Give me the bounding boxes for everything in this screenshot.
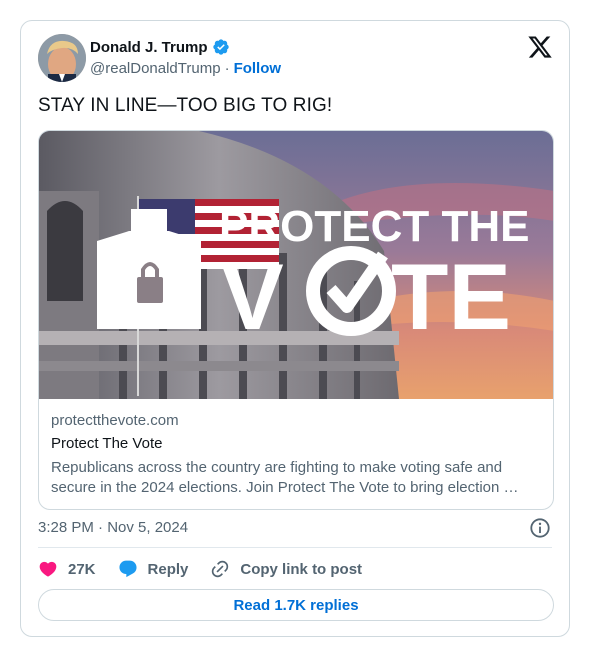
link-preview-image: PROTECT THE V TE xyxy=(39,131,553,399)
reply-button[interactable]: Reply xyxy=(118,559,189,579)
like-count: 27K xyxy=(68,560,96,578)
post-timestamp[interactable]: 3:28 PM · Nov 5, 2024 xyxy=(38,519,188,536)
read-replies-button[interactable]: Read 1.7K replies xyxy=(38,589,554,621)
copy-link-button[interactable]: Copy link to post xyxy=(210,559,362,579)
author-name[interactable]: Donald J. Trump xyxy=(90,39,208,56)
x-logo-icon[interactable] xyxy=(527,34,553,60)
author-block: Donald J. Trump @realDonaldTrump · Follo… xyxy=(90,38,282,78)
author-handle[interactable]: @realDonaldTrump xyxy=(90,60,221,77)
reply-label: Reply xyxy=(147,560,189,578)
like-button[interactable]: 27K xyxy=(38,559,96,579)
link-icon xyxy=(212,560,229,578)
info-icon[interactable] xyxy=(529,517,551,539)
reply-bubble-icon xyxy=(118,560,137,578)
post-text: STAY IN LINE—TOO BIG TO RIG! xyxy=(38,95,333,116)
link-title: Protect The Vote xyxy=(51,435,163,452)
link-description: Republicans across the country are fight… xyxy=(51,459,519,496)
link-domain: protectthevote.com xyxy=(51,412,179,429)
separator-dot: · xyxy=(224,60,230,77)
image-headline-line2-start: V xyxy=(221,244,284,349)
action-bar: 27K Reply Copy link to post xyxy=(38,558,384,580)
verified-badge-icon xyxy=(212,38,230,56)
image-headline-line2-end: TE xyxy=(391,244,511,349)
follow-button[interactable]: Follow xyxy=(234,60,282,77)
copy-link-label: Copy link to post xyxy=(240,560,363,578)
link-info: protectthevote.com Protect The Vote Repu… xyxy=(51,412,541,498)
divider xyxy=(38,547,552,548)
author-avatar[interactable] xyxy=(38,34,86,82)
embedded-post-card: Donald J. Trump @realDonaldTrump · Follo… xyxy=(20,20,570,637)
heart-icon xyxy=(39,561,57,577)
link-preview-card[interactable]: PROTECT THE V TE protectthevote.com Prot… xyxy=(38,130,554,510)
